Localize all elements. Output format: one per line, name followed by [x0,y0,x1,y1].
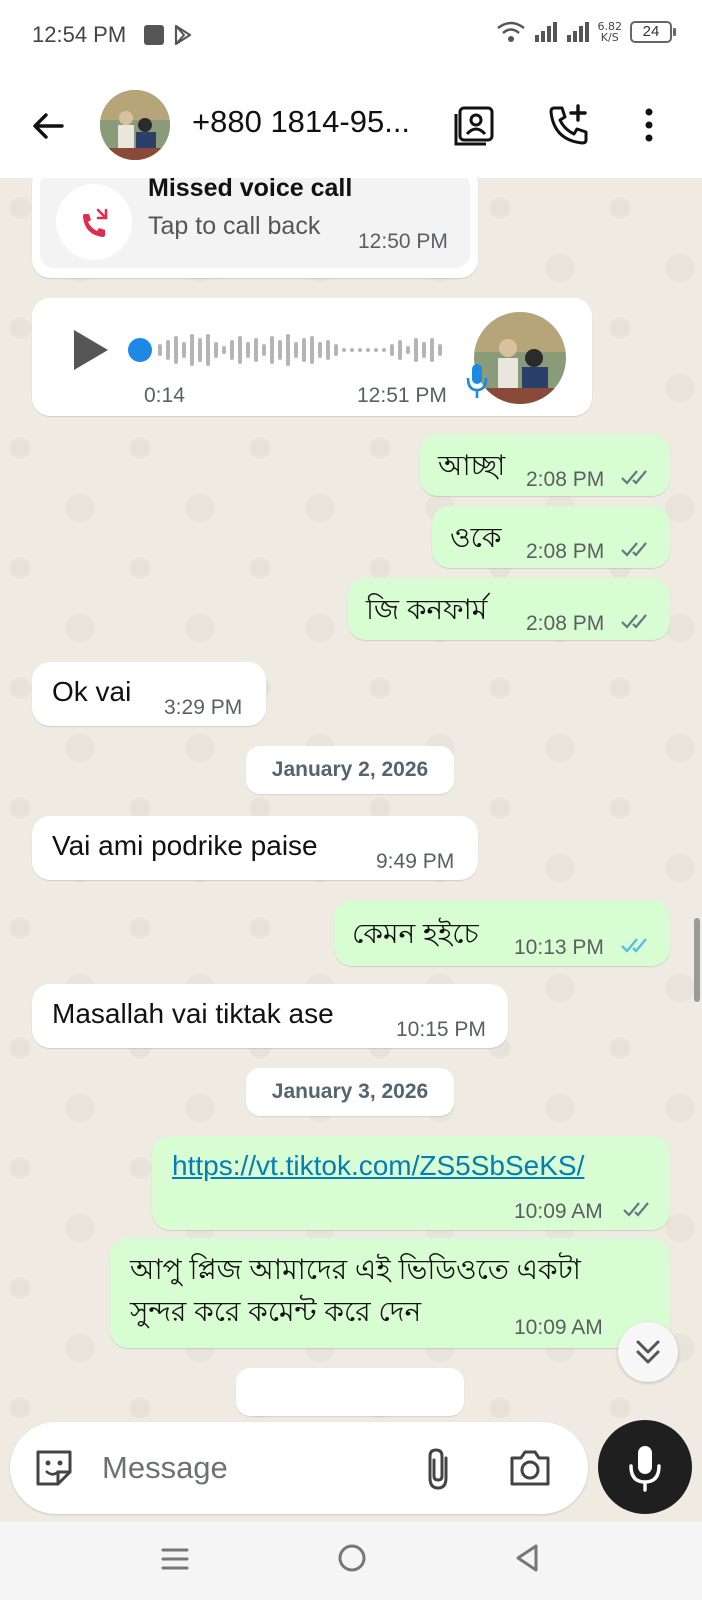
date-separator-partial [236,1368,464,1416]
chat-area[interactable]: Missed voice call Tap to call back 12:50… [0,178,702,1418]
missed-call-message[interactable]: Missed voice call Tap to call back 12:50… [32,178,478,278]
missed-call-title: Missed voice call [148,178,353,202]
mic-icon [629,1446,661,1492]
voice-note-message[interactable]: 0:14 12:51 PM [32,298,592,416]
delivered-tick-icon [621,614,647,629]
scroll-to-bottom-button[interactable] [618,1322,678,1382]
message-outgoing[interactable]: আচ্ছা 2:08 PM [420,434,670,496]
double-chevron-down-icon [636,1340,660,1364]
message-outgoing-link[interactable]: https://vt.tiktok.com/ZS5SbSeKS/ 10:09 A… [152,1136,670,1230]
missed-call-subtitle: Tap to call back [148,212,321,240]
delivered-tick-icon [623,1202,649,1217]
back-arrow-icon[interactable] [28,106,68,146]
home-icon[interactable] [336,1542,368,1574]
more-vert-icon[interactable] [626,102,672,148]
voice-record-button[interactable] [598,1420,692,1514]
status-bar: 12:54 PM 6.82 K/S 24 [0,0,702,70]
delivered-tick-icon [621,470,647,485]
camera-icon[interactable] [508,1448,552,1488]
contact-avatar[interactable] [100,90,170,160]
voice-waveform[interactable] [128,330,458,370]
play-icon[interactable] [70,328,110,372]
message-incoming[interactable]: Vai ami podrike paise 9:49 PM [32,816,478,880]
play-store-icon [174,24,192,46]
status-time: 12:54 PM [32,22,127,47]
chat-header: +880 1814-95... [0,70,702,178]
message-outgoing[interactable]: জি কনফার্ম 2:08 PM [348,578,670,640]
message-outgoing[interactable]: আপু প্লিজ আমাদের এই ভিডিওতে একটা সুন্দর … [110,1238,670,1348]
recents-icon[interactable] [160,1544,190,1574]
delivered-tick-icon [621,542,647,557]
signal-icon [534,22,557,42]
voice-duration: 0:14 [144,384,185,407]
attach-icon[interactable] [420,1446,456,1492]
message-incoming[interactable]: Masallah vai tiktak ase 10:15 PM [32,984,508,1048]
contact-name[interactable]: +880 1814-95... [192,104,410,140]
scrollbar-thumb[interactable] [694,918,700,1002]
battery-indicator: 24 [630,21,676,43]
date-separator: January 3, 2026 [246,1068,454,1116]
message-link[interactable]: https://vt.tiktok.com/ZS5SbSeKS/ [172,1150,584,1182]
wifi-icon [496,21,525,42]
sticker-icon[interactable] [32,1446,76,1490]
message-time: 12:51 PM [357,384,447,407]
back-nav-icon[interactable] [512,1542,542,1574]
system-nav-bar [0,1522,702,1600]
read-tick-icon [621,938,647,953]
message-input[interactable]: Message [102,1450,228,1486]
message-time: 12:50 PM [358,230,448,253]
date-separator: January 2, 2026 [246,746,454,794]
network-speed: 6.82 K/S [597,20,623,44]
missed-call-icon [56,184,132,260]
contact-card-icon[interactable] [452,102,498,148]
message-outgoing[interactable]: কেমন হইচে 10:13 PM [334,900,670,966]
mic-small-icon [466,364,488,398]
add-call-icon[interactable] [546,102,592,148]
signal-icon-2 [566,22,589,42]
message-outgoing[interactable]: ওকে 2:08 PM [432,506,670,568]
notification-icon [144,25,164,45]
message-incoming[interactable]: Ok vai 3:29 PM [32,662,266,726]
message-composer[interactable]: Message [10,1422,588,1514]
